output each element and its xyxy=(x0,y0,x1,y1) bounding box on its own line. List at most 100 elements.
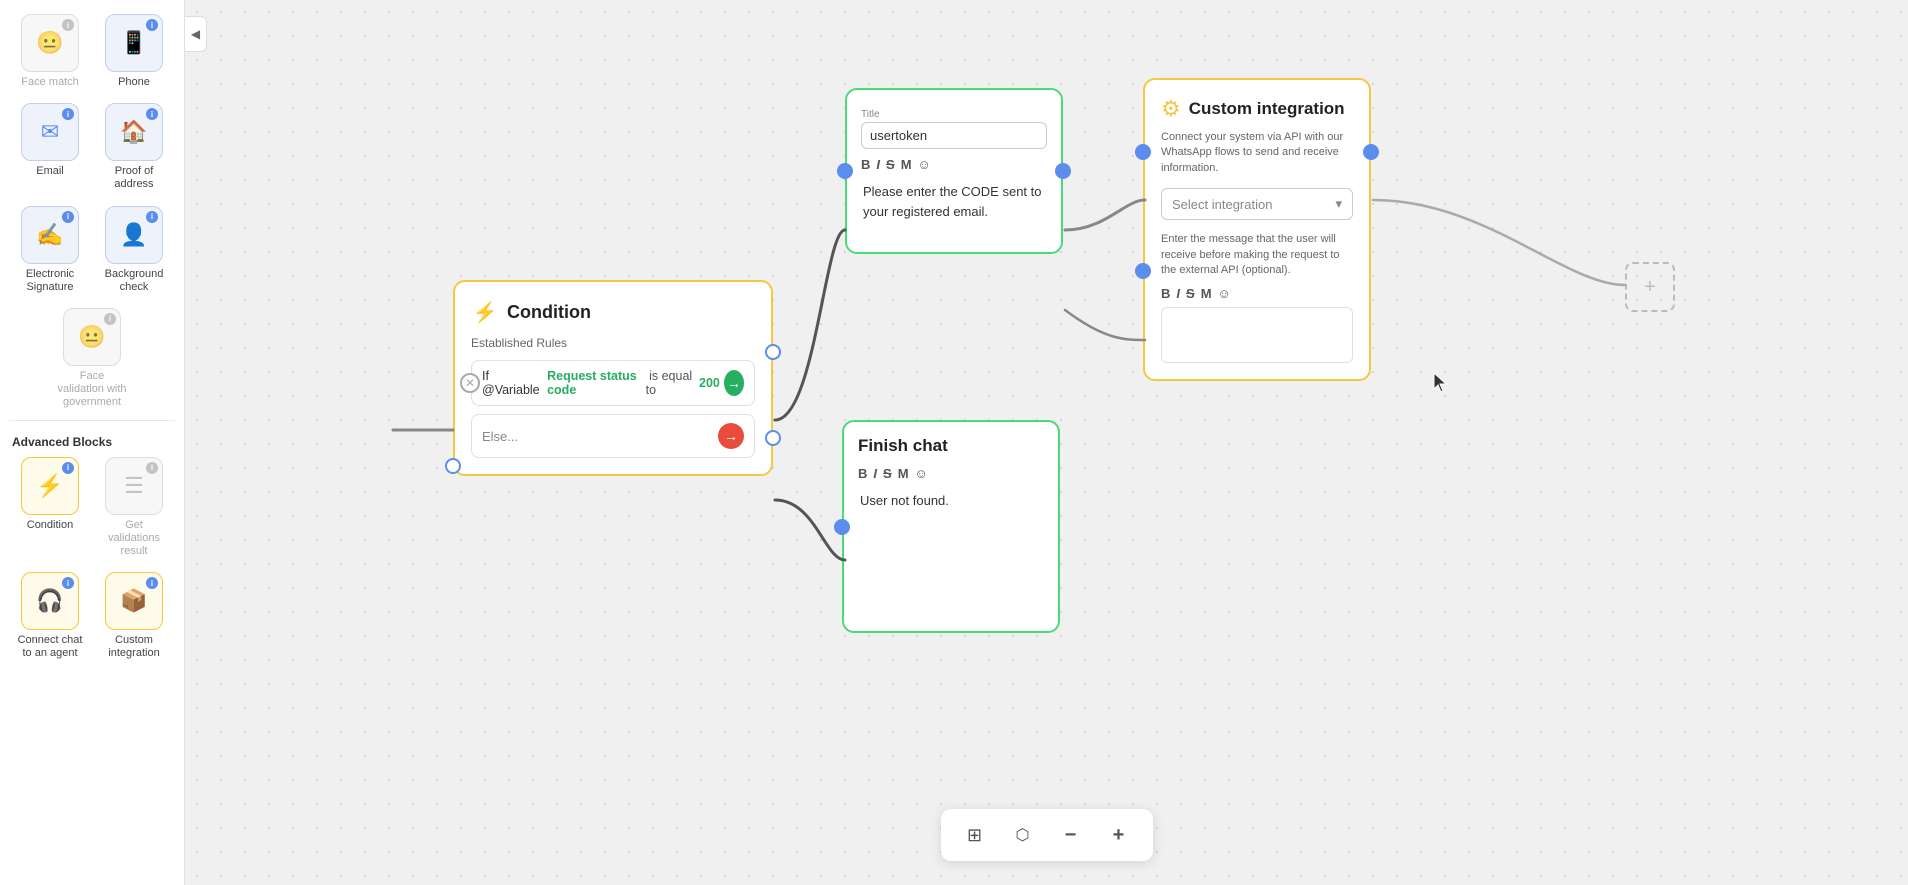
zoom-out-icon: − xyxy=(1065,824,1077,847)
sidebar-item-electronic-signature[interactable]: i ✍ Electronic Signature xyxy=(10,202,90,298)
finish-connector-in[interactable] xyxy=(834,519,850,535)
custom-editor-toolbar: B I S M ☺ xyxy=(1161,286,1353,301)
condition-connector-out-top[interactable] xyxy=(765,344,781,360)
finish-toolbar-bold[interactable]: B xyxy=(858,466,867,481)
sidebar-item-background-check[interactable]: i 👤 Background check xyxy=(94,202,174,298)
connectchat-icon-box: i 🎧 xyxy=(21,572,79,630)
phone-icon-box: i 📱 xyxy=(105,14,163,72)
sidebar: i 😐 Face match i 📱 Phone i ✉ Email i 🏠 xyxy=(0,0,185,885)
info-dot-email: i xyxy=(62,108,74,120)
select-integration-dropdown[interactable]: Select integration ▾ xyxy=(1161,188,1353,220)
finish-node-title: Finish chat xyxy=(858,436,1044,456)
placeholder-node[interactable]: + xyxy=(1625,262,1675,312)
custom-message-editor-area[interactable] xyxy=(1161,307,1353,363)
condition-else-row: Else... → xyxy=(471,414,755,458)
optional-message-text: Enter the message that the user will rec… xyxy=(1161,232,1353,278)
toolbar-mono[interactable]: M xyxy=(901,157,912,172)
sidebar-item-face-validation[interactable]: i 😐 Face validation with government xyxy=(52,304,132,414)
custom-node-header: ⚙ Custom integration xyxy=(1161,96,1353,122)
info-dot-facevalid: i xyxy=(104,313,116,325)
face-match-icon-box: i 😐 xyxy=(21,14,79,72)
sidebar-item-custom-integration[interactable]: i 📦 Custom integration xyxy=(94,568,174,664)
message-title-field: Title xyxy=(861,104,1047,157)
custom-toolbar-strike[interactable]: S xyxy=(1186,286,1195,301)
sidebar-row-6: i 🎧 Connect chat to an agent i 📦 Custom … xyxy=(0,568,184,664)
message-title-input[interactable] xyxy=(861,122,1047,149)
message-field-label: Title xyxy=(861,109,880,120)
condition-node-header: ⚡ Condition xyxy=(471,298,755,326)
email-icon-box: i ✉ xyxy=(21,103,79,161)
toolbar-emoji[interactable]: ☺ xyxy=(918,157,931,172)
getval-icon-box: i ☰ xyxy=(105,457,163,515)
finish-editor-toolbar: B I S M ☺ xyxy=(858,466,1044,481)
custom-toolbar-emoji[interactable]: ☺ xyxy=(1218,286,1231,301)
sidebar-row-5: i ⚡ Condition i ☰ Get validations result xyxy=(0,453,184,563)
rule-value: 200 xyxy=(699,376,720,390)
zoom-out-button[interactable]: − xyxy=(1053,817,1089,853)
else-label: Else... xyxy=(482,429,518,444)
rule-variable: Request status code xyxy=(547,369,642,397)
sidebar-label-condition: Condition xyxy=(27,519,73,532)
facevalid-icon-box: i 😐 xyxy=(63,308,121,366)
info-dot-condition: i xyxy=(62,462,74,474)
sidebar-item-proof-of-address[interactable]: i 🏠 Proof of address xyxy=(94,99,174,195)
sidebar-label-bgcheck: Background check xyxy=(98,268,170,294)
advanced-blocks-title: Advanced Blocks xyxy=(0,427,184,453)
toolbar-strikethrough[interactable]: S xyxy=(886,157,895,172)
remove-rule-button[interactable]: ✕ xyxy=(460,373,480,393)
sidebar-item-face-match[interactable]: i 😐 Face match xyxy=(10,10,90,93)
network-icon: ⬡ xyxy=(1016,825,1030,845)
custint-icon-box: i 📦 xyxy=(105,572,163,630)
toolbar-bold[interactable]: B xyxy=(861,157,870,172)
sidebar-label-esig: Electronic Signature xyxy=(14,268,86,294)
custom-toolbar-bold[interactable]: B xyxy=(1161,286,1170,301)
sidebar-item-condition[interactable]: i ⚡ Condition xyxy=(10,453,90,563)
sidebar-label-getval: Get validations result xyxy=(98,519,170,559)
message-connector-out[interactable] xyxy=(1055,163,1071,179)
message-node: Title B I S M ☺ Please enter the CODE se… xyxy=(845,88,1063,254)
sidebar-item-phone[interactable]: i 📱 Phone xyxy=(94,10,174,93)
sidebar-item-email[interactable]: i ✉ Email xyxy=(10,99,90,195)
info-dot-custint: i xyxy=(146,577,158,589)
condition-rule-row: ✕ If @Variable Request status code is eq… xyxy=(471,360,755,406)
condition-connector-in[interactable] xyxy=(445,458,461,474)
custom-toolbar-italic[interactable]: I xyxy=(1176,286,1180,301)
custom-connector-in-top[interactable] xyxy=(1135,144,1151,160)
sidebar-row-1: i 😐 Face match i 📱 Phone xyxy=(0,10,184,93)
sidebar-collapse-button[interactable]: ◀ xyxy=(185,16,207,52)
custom-connector-in-bottom[interactable] xyxy=(1135,263,1151,279)
sidebar-label-email: Email xyxy=(36,165,64,178)
custom-integration-node: ⚙ Custom integration Connect your system… xyxy=(1143,78,1371,381)
select-integration-placeholder: Select integration xyxy=(1172,197,1272,212)
finish-toolbar-strike[interactable]: S xyxy=(883,466,892,481)
proof-icon-box: i 🏠 xyxy=(105,103,163,161)
finish-toolbar-mono[interactable]: M xyxy=(898,466,909,481)
sidebar-label-facevalid: Face validation with government xyxy=(56,370,128,410)
sidebar-row-3: i ✍ Electronic Signature i 👤 Background … xyxy=(0,202,184,298)
finish-node: Finish chat B I S M ☺ User not found. xyxy=(842,420,1060,633)
custom-integration-title: Custom integration xyxy=(1189,99,1345,119)
sidebar-divider xyxy=(9,420,175,421)
finish-toolbar-italic[interactable]: I xyxy=(873,466,877,481)
condition-icon-box: i ⚡ xyxy=(21,457,79,515)
condition-node-title: Condition xyxy=(507,302,591,323)
info-dot-phone: i xyxy=(146,19,158,31)
sidebar-item-connect-chat[interactable]: i 🎧 Connect chat to an agent xyxy=(10,568,90,664)
toolbar-italic[interactable]: I xyxy=(876,157,880,172)
sidebar-label-connectchat: Connect chat to an agent xyxy=(14,634,86,660)
collapse-icon: ◀ xyxy=(191,27,200,41)
custom-toolbar-mono[interactable]: M xyxy=(1201,286,1212,301)
sidebar-item-get-validations[interactable]: i ☰ Get validations result xyxy=(94,453,174,563)
canvas: ⚡ Condition Established Rules ✕ If @Vari… xyxy=(185,0,1908,885)
fit-screen-button[interactable]: ⊞ xyxy=(957,817,993,853)
network-button[interactable]: ⬡ xyxy=(1005,817,1041,853)
bottom-toolbar: ⊞ ⬡ − + xyxy=(941,809,1153,861)
message-connector-in[interactable] xyxy=(837,163,853,179)
else-arrow-button[interactable]: → xyxy=(718,423,744,449)
condition-connector-out-bottom[interactable] xyxy=(765,430,781,446)
zoom-in-button[interactable]: + xyxy=(1101,817,1137,853)
info-dot-connectchat: i xyxy=(62,577,74,589)
custom-connector-out[interactable] xyxy=(1363,144,1379,160)
finish-toolbar-emoji[interactable]: ☺ xyxy=(915,466,928,481)
rule-arrow-button[interactable]: → xyxy=(724,370,744,396)
